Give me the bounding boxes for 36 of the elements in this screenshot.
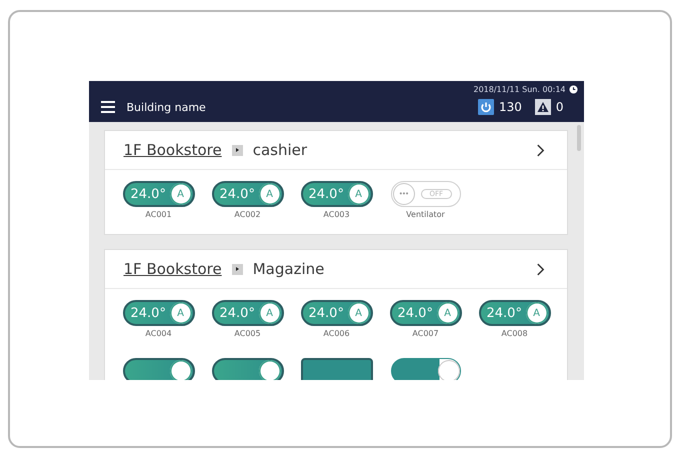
- floor-link[interactable]: 1F Bookstore: [124, 141, 222, 159]
- warning-icon: [534, 99, 551, 115]
- date-time: 2018/11/11 Sun. 00:14: [473, 85, 566, 94]
- device-toggle[interactable]: [300, 358, 372, 380]
- device-label: Ventilator: [406, 210, 445, 219]
- building-name: Building name: [126, 101, 206, 114]
- device-label: AC003: [323, 210, 350, 219]
- device-label: AC001: [145, 210, 172, 219]
- ac-toggle[interactable]: 24.0° A: [212, 181, 284, 207]
- ac-toggle[interactable]: 24.0° A: [390, 300, 462, 326]
- ac-toggle[interactable]: [122, 358, 194, 380]
- device-label: AC006: [323, 329, 350, 338]
- running-count: 130: [498, 100, 522, 114]
- ac-toggle[interactable]: 24.0° A: [300, 300, 372, 326]
- device-label: AC008: [501, 329, 528, 338]
- ac-toggle[interactable]: 24.0° A: [300, 181, 372, 207]
- device-label: AC005: [234, 329, 261, 338]
- area-name: cashier: [252, 141, 308, 159]
- device-label: AC002: [234, 210, 261, 219]
- ventilator-toggle[interactable]: [390, 358, 460, 380]
- device-label: AC004: [145, 329, 172, 338]
- ac-toggle[interactable]: 24.0° A: [122, 300, 194, 326]
- menu-icon[interactable]: [100, 101, 114, 113]
- scrollbar[interactable]: [576, 125, 580, 151]
- chevron-right-icon[interactable]: [536, 144, 544, 156]
- ac-toggle[interactable]: [212, 358, 284, 380]
- device-label: AC007: [412, 329, 439, 338]
- ac-toggle[interactable]: 24.0° A: [478, 300, 550, 326]
- alarm-count: 0: [556, 100, 564, 114]
- ac-toggle[interactable]: 24.0° A: [212, 300, 284, 326]
- area-name: Magazine: [252, 260, 324, 278]
- clock-icon: [568, 85, 578, 94]
- power-icon: [478, 99, 494, 115]
- floor-link[interactable]: 1F Bookstore: [124, 260, 222, 278]
- chevron-right-icon[interactable]: [536, 262, 544, 276]
- ac-toggle[interactable]: 24.0° A: [122, 181, 194, 207]
